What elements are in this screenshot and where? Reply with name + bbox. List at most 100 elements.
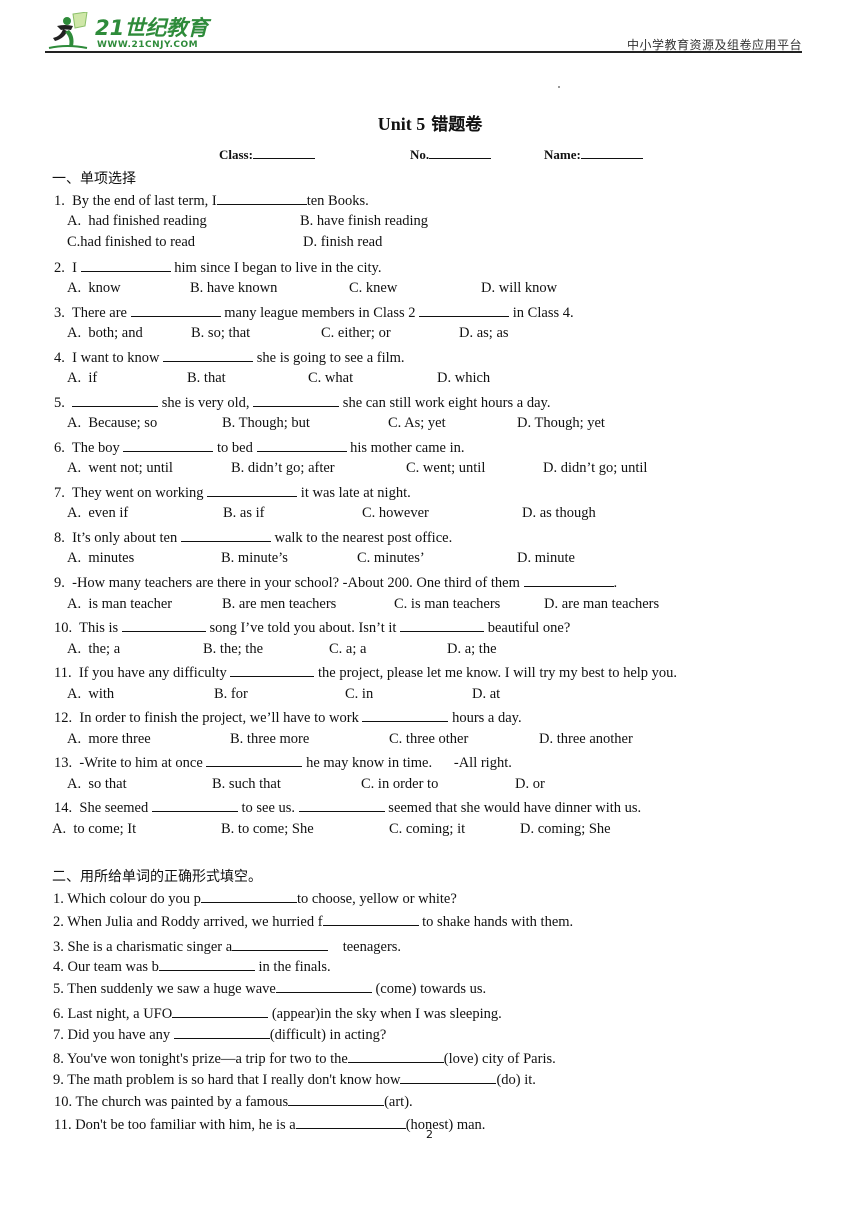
class-field[interactable]: Class: <box>219 146 315 163</box>
answer-blank[interactable] <box>230 663 315 677</box>
answer-blank[interactable] <box>288 1092 385 1106</box>
answer-option[interactable]: D. minute <box>517 550 575 567</box>
answer-option[interactable]: A. Because; so <box>67 415 157 432</box>
item-text: (honest) man. <box>405 1117 486 1133</box>
answer-blank[interactable] <box>523 573 614 587</box>
answer-option[interactable]: B. as if <box>223 505 264 522</box>
answer-option[interactable]: C. knew <box>349 280 397 297</box>
class-blank[interactable] <box>252 146 315 159</box>
question-text: 11. If you have any difficulty <box>54 665 231 681</box>
answer-option[interactable]: A. is man teacher <box>67 596 172 613</box>
answer-blank[interactable] <box>347 1049 444 1063</box>
answer-blank[interactable] <box>121 618 206 632</box>
answer-option[interactable]: A. know <box>67 280 121 297</box>
answer-option[interactable]: B. such that <box>212 776 281 793</box>
answer-option[interactable]: A. went not; until <box>67 460 173 477</box>
answer-blank[interactable] <box>298 798 385 812</box>
answer-option[interactable]: A. even if <box>67 505 128 522</box>
answer-option[interactable]: A. to come; It <box>52 821 136 838</box>
fill-in-item: 5. Then suddenly we saw a huge wave (com… <box>53 979 486 998</box>
answer-option[interactable]: C. As; yet <box>388 415 446 432</box>
answer-option[interactable]: D. as though <box>522 505 596 522</box>
answer-blank[interactable] <box>172 1004 269 1018</box>
answer-option[interactable]: C. three other <box>389 731 468 748</box>
answer-option[interactable]: B. to come; She <box>221 821 314 838</box>
answer-option[interactable]: A. if <box>67 370 97 387</box>
answer-blank[interactable] <box>362 708 449 722</box>
answer-option[interactable]: D. which <box>437 370 490 387</box>
item-text: 5. Then suddenly we saw a huge wave <box>53 981 276 997</box>
answer-option[interactable]: D. three another <box>539 731 633 748</box>
answer-option[interactable]: D. coming; She <box>520 821 611 838</box>
fill-in-item: 4. Our team was b in the finals. <box>53 957 331 976</box>
answer-blank[interactable] <box>400 1070 497 1084</box>
answer-option[interactable]: B. didn’t go; after <box>231 460 335 477</box>
answer-option[interactable]: B. three more <box>230 731 309 748</box>
answer-option[interactable]: A. both; and <box>67 325 143 342</box>
answer-option[interactable]: D. will know <box>481 280 557 297</box>
answer-option[interactable]: C.had finished to read <box>67 234 195 251</box>
answer-option[interactable]: D. didn’t go; until <box>543 460 647 477</box>
answer-blank[interactable] <box>173 1025 270 1039</box>
answer-option[interactable]: A. minutes <box>67 550 134 567</box>
answer-blank[interactable] <box>322 912 419 926</box>
answer-option[interactable]: D. or <box>515 776 545 793</box>
answer-option[interactable]: C. minutes’ <box>357 550 425 567</box>
answer-blank[interactable] <box>232 937 329 951</box>
answer-option[interactable]: C. went; until <box>406 460 485 477</box>
logo-text: 21世纪教育 <box>95 16 209 40</box>
answer-option[interactable]: B. so; that <box>191 325 250 342</box>
answer-blank[interactable] <box>80 258 171 272</box>
answer-option[interactable]: A. with <box>67 686 114 703</box>
answer-option[interactable]: D. a; the <box>447 641 497 658</box>
answer-blank[interactable] <box>295 1115 406 1129</box>
answer-blank[interactable] <box>158 957 255 971</box>
answer-blank[interactable] <box>275 979 372 993</box>
answer-blank[interactable] <box>256 438 347 452</box>
answer-blank[interactable] <box>163 348 254 362</box>
answer-blank[interactable] <box>207 483 298 497</box>
answer-option[interactable]: B. are men teachers <box>222 596 336 613</box>
answer-option[interactable]: C. a; a <box>329 641 366 658</box>
answer-option[interactable]: B. have known <box>190 280 277 297</box>
answer-option[interactable]: A. more three <box>67 731 151 748</box>
answer-blank[interactable] <box>253 393 340 407</box>
answer-option[interactable]: C. what <box>308 370 353 387</box>
answer-option[interactable]: B. for <box>214 686 248 703</box>
answer-option[interactable]: B. minute’s <box>221 550 288 567</box>
answer-blank[interactable] <box>72 393 159 407</box>
answer-option[interactable]: C. in <box>345 686 373 703</box>
number-blank[interactable] <box>429 146 492 159</box>
answer-option[interactable]: D. finish read <box>303 234 382 251</box>
answer-option[interactable]: A. the; a <box>67 641 120 658</box>
answer-blank[interactable] <box>180 528 271 542</box>
answer-option[interactable]: B. Though; but <box>222 415 310 432</box>
answer-blank[interactable] <box>151 798 238 812</box>
answer-option[interactable]: C. is man teachers <box>394 596 500 613</box>
answer-option[interactable]: C. however <box>362 505 429 522</box>
answer-option[interactable]: A. so that <box>67 776 127 793</box>
answer-option[interactable]: C. in order to <box>361 776 438 793</box>
answer-option[interactable]: B. have finish reading <box>300 213 428 230</box>
answer-option[interactable]: B. the; the <box>203 641 263 658</box>
answer-blank[interactable] <box>206 753 303 767</box>
answer-option[interactable]: D. are man teachers <box>544 596 659 613</box>
answer-blank[interactable] <box>400 618 485 632</box>
answer-option[interactable]: A. had finished reading <box>67 213 207 230</box>
answer-option[interactable]: D. Though; yet <box>517 415 605 432</box>
answer-option[interactable]: B. that <box>187 370 226 387</box>
name-blank[interactable] <box>580 146 643 159</box>
answer-blank[interactable] <box>216 191 307 205</box>
answer-blank[interactable] <box>130 303 221 317</box>
answer-option[interactable]: C. coming; it <box>389 821 465 838</box>
question-text: 1. By the end of last term, I <box>54 193 217 209</box>
number-field[interactable]: No. <box>410 146 492 163</box>
answer-blank[interactable] <box>419 303 510 317</box>
fill-in-item: 9. The math problem is so hard that I re… <box>53 1070 536 1089</box>
name-field[interactable]: Name: <box>544 146 643 163</box>
answer-option[interactable]: D. as; as <box>459 325 509 342</box>
answer-blank[interactable] <box>123 438 214 452</box>
answer-option[interactable]: D. at <box>472 686 500 703</box>
answer-blank[interactable] <box>200 889 297 903</box>
answer-option[interactable]: C. either; or <box>321 325 391 342</box>
